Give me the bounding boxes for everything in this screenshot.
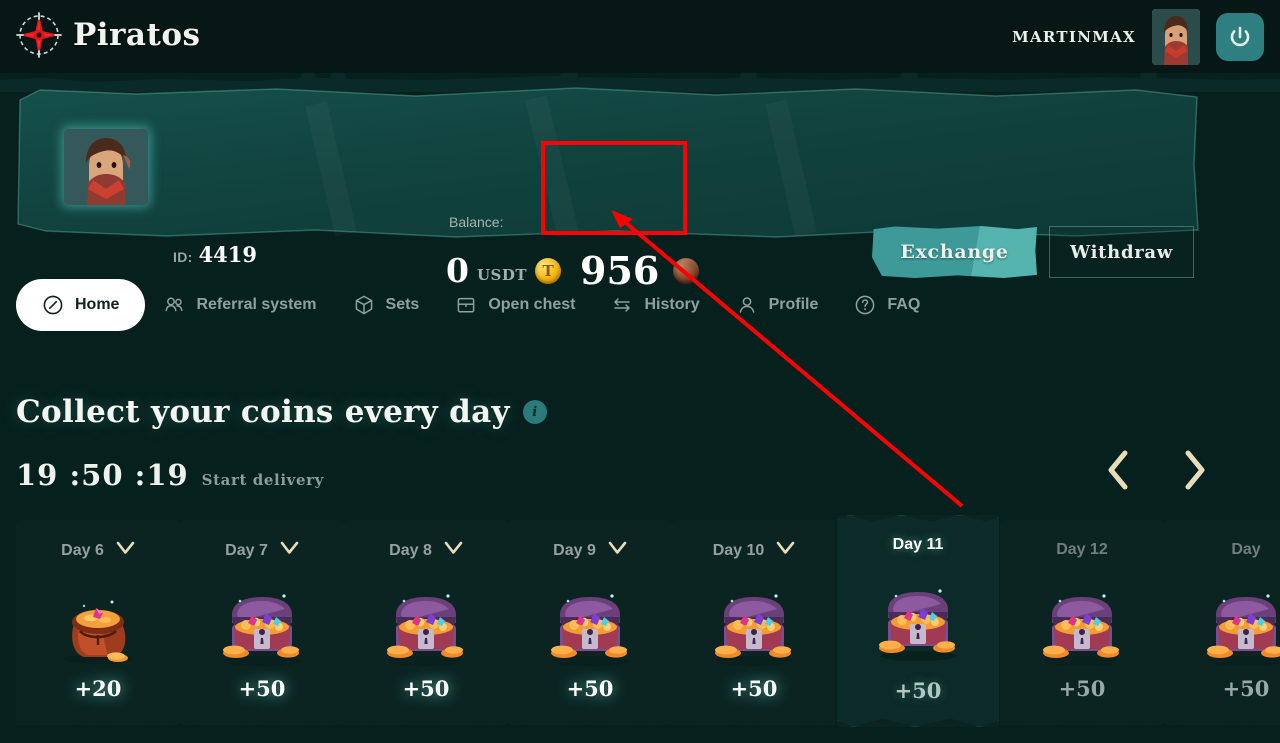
chevron-left-icon[interactable] [1093,445,1143,495]
nav-item-faq[interactable]: FAQ [836,279,938,331]
checkmark-icon [280,541,299,560]
checkmark-icon [116,541,135,560]
day-card[interactable]: Day 9 +50 [508,520,672,725]
checkmark-icon [608,541,627,560]
banner-content: ID: 4419 Balance: 0 USDT T 956 Exchange … [16,84,1201,290]
treasure-chest-icon [1164,582,1280,674]
day-card-header: Day 6 [16,541,180,560]
day-amount: +50 [402,676,450,701]
delivery-timer: 19 :50 :19 Start delivery [16,458,324,492]
checkmark-icon [444,541,463,560]
page-title: Collect your coins every day i [16,394,547,430]
header-right-cluster: MARTINMAX [1012,9,1264,65]
nav-item-open-chest[interactable]: Open chest [437,279,593,331]
brand-name: Piratos [73,17,201,53]
withdraw-button-label: Withdraw [1070,241,1173,263]
day-card[interactable]: Day +50 [1164,520,1280,725]
chest-icon [455,294,477,316]
nav-label: Home [75,296,120,313]
day-card-header: Day 9 [508,541,672,560]
day-label: Day 10 [712,541,765,559]
treasure-chest-icon [837,577,999,669]
nav-label: Profile [768,296,819,313]
profile-avatar-large[interactable] [64,129,148,205]
countdown-timer: 19 :50 :19 [16,458,189,492]
question-mark-icon [854,294,876,316]
checkmark-icon [776,541,795,560]
day-label: Day 8 [389,541,432,559]
nav-item-referral-system[interactable]: Referral system [145,279,334,331]
nav-label: FAQ [887,296,921,313]
day-card-active[interactable]: Day 11 +50 [837,515,999,727]
info-icon[interactable]: i [522,400,547,424]
day-card-header: Day 11 [837,536,999,554]
swap-arrows-icon [611,294,633,316]
nav-item-home[interactable]: Home [16,279,146,331]
day-amount: +50 [894,678,942,703]
treasure-chest-icon [344,582,508,674]
day-amount: +50 [1058,676,1106,701]
daily-rewards-carousel: Day 6 +20 Day 7 +50 Day 8 +50 Day 9 +50 … [0,515,1280,743]
nav-label: Sets [385,296,420,313]
day-label: Day 6 [61,541,104,559]
day-label: Day 12 [1056,541,1108,558]
nav-item-sets[interactable]: Sets [335,279,438,331]
page-title-text: Collect your coins every day [16,394,510,430]
nav-label: Open chest [488,296,576,313]
treasure-chest-icon [1000,582,1164,674]
day-card[interactable]: Day 7 +50 [180,520,344,725]
main-navigation: Home Referral system Sets Open chest His… [0,279,1280,331]
coin-sack-icon [16,582,180,674]
day-label: Day 9 [553,541,596,559]
exchange-button[interactable]: Exchange [872,226,1037,278]
treasure-chest-icon [180,582,344,674]
compass-icon [42,294,64,316]
day-label: Day 11 [892,536,944,553]
nav-item-profile[interactable]: Profile [718,279,837,331]
piratos-app: Piratos MARTINMAX ID: 4419 Balance: 0 US… [0,0,1280,743]
nav-item-history[interactable]: History [593,279,717,331]
compass-rose-icon [16,12,62,58]
user-id: ID: 4419 [173,242,257,267]
nav-label: Referral system [196,296,317,313]
day-card[interactable]: Day 6 +20 [16,520,180,725]
day-amount: +20 [74,676,122,701]
chevron-right-icon[interactable] [1170,445,1220,495]
day-card[interactable]: Day 10 +50 [672,520,836,725]
day-label: Day [1231,541,1261,558]
day-card[interactable]: Day 8 +50 [344,520,508,725]
app-header: Piratos MARTINMAX [0,0,1280,73]
withdraw-button[interactable]: Withdraw [1049,226,1194,278]
id-label: ID: [173,249,193,265]
username-label: MARTINMAX [1012,28,1136,46]
day-amount: +50 [238,676,286,701]
day-card-header: Day 7 [180,541,344,560]
cube-icon [353,294,375,316]
treasure-chest-icon [508,582,672,674]
person-icon [736,294,758,316]
day-amount: +50 [730,676,778,701]
users-icon [163,294,185,316]
day-card-header: Day 12 [1000,541,1164,559]
brand-logo[interactable]: Piratos [16,12,200,58]
day-card-header: Day 8 [344,541,508,560]
balance-label: Balance: [449,214,504,230]
nav-label: History [644,296,700,313]
exchange-button-label: Exchange [900,241,1009,263]
day-card-header: Day 10 [672,541,836,560]
balance-banner: ID: 4419 Balance: 0 USDT T 956 Exchange … [16,84,1201,290]
day-card[interactable]: Day 12 +50 [1000,520,1164,725]
day-label: Day 7 [225,541,268,559]
treasure-chest-icon [672,582,836,674]
power-icon[interactable] [1216,13,1264,61]
day-amount: +50 [566,676,614,701]
id-value: 4419 [198,242,258,267]
avatar[interactable] [1152,9,1200,65]
day-amount: +50 [1222,676,1270,701]
day-card-header: Day [1164,541,1280,559]
timer-caption: Start delivery [201,471,324,489]
